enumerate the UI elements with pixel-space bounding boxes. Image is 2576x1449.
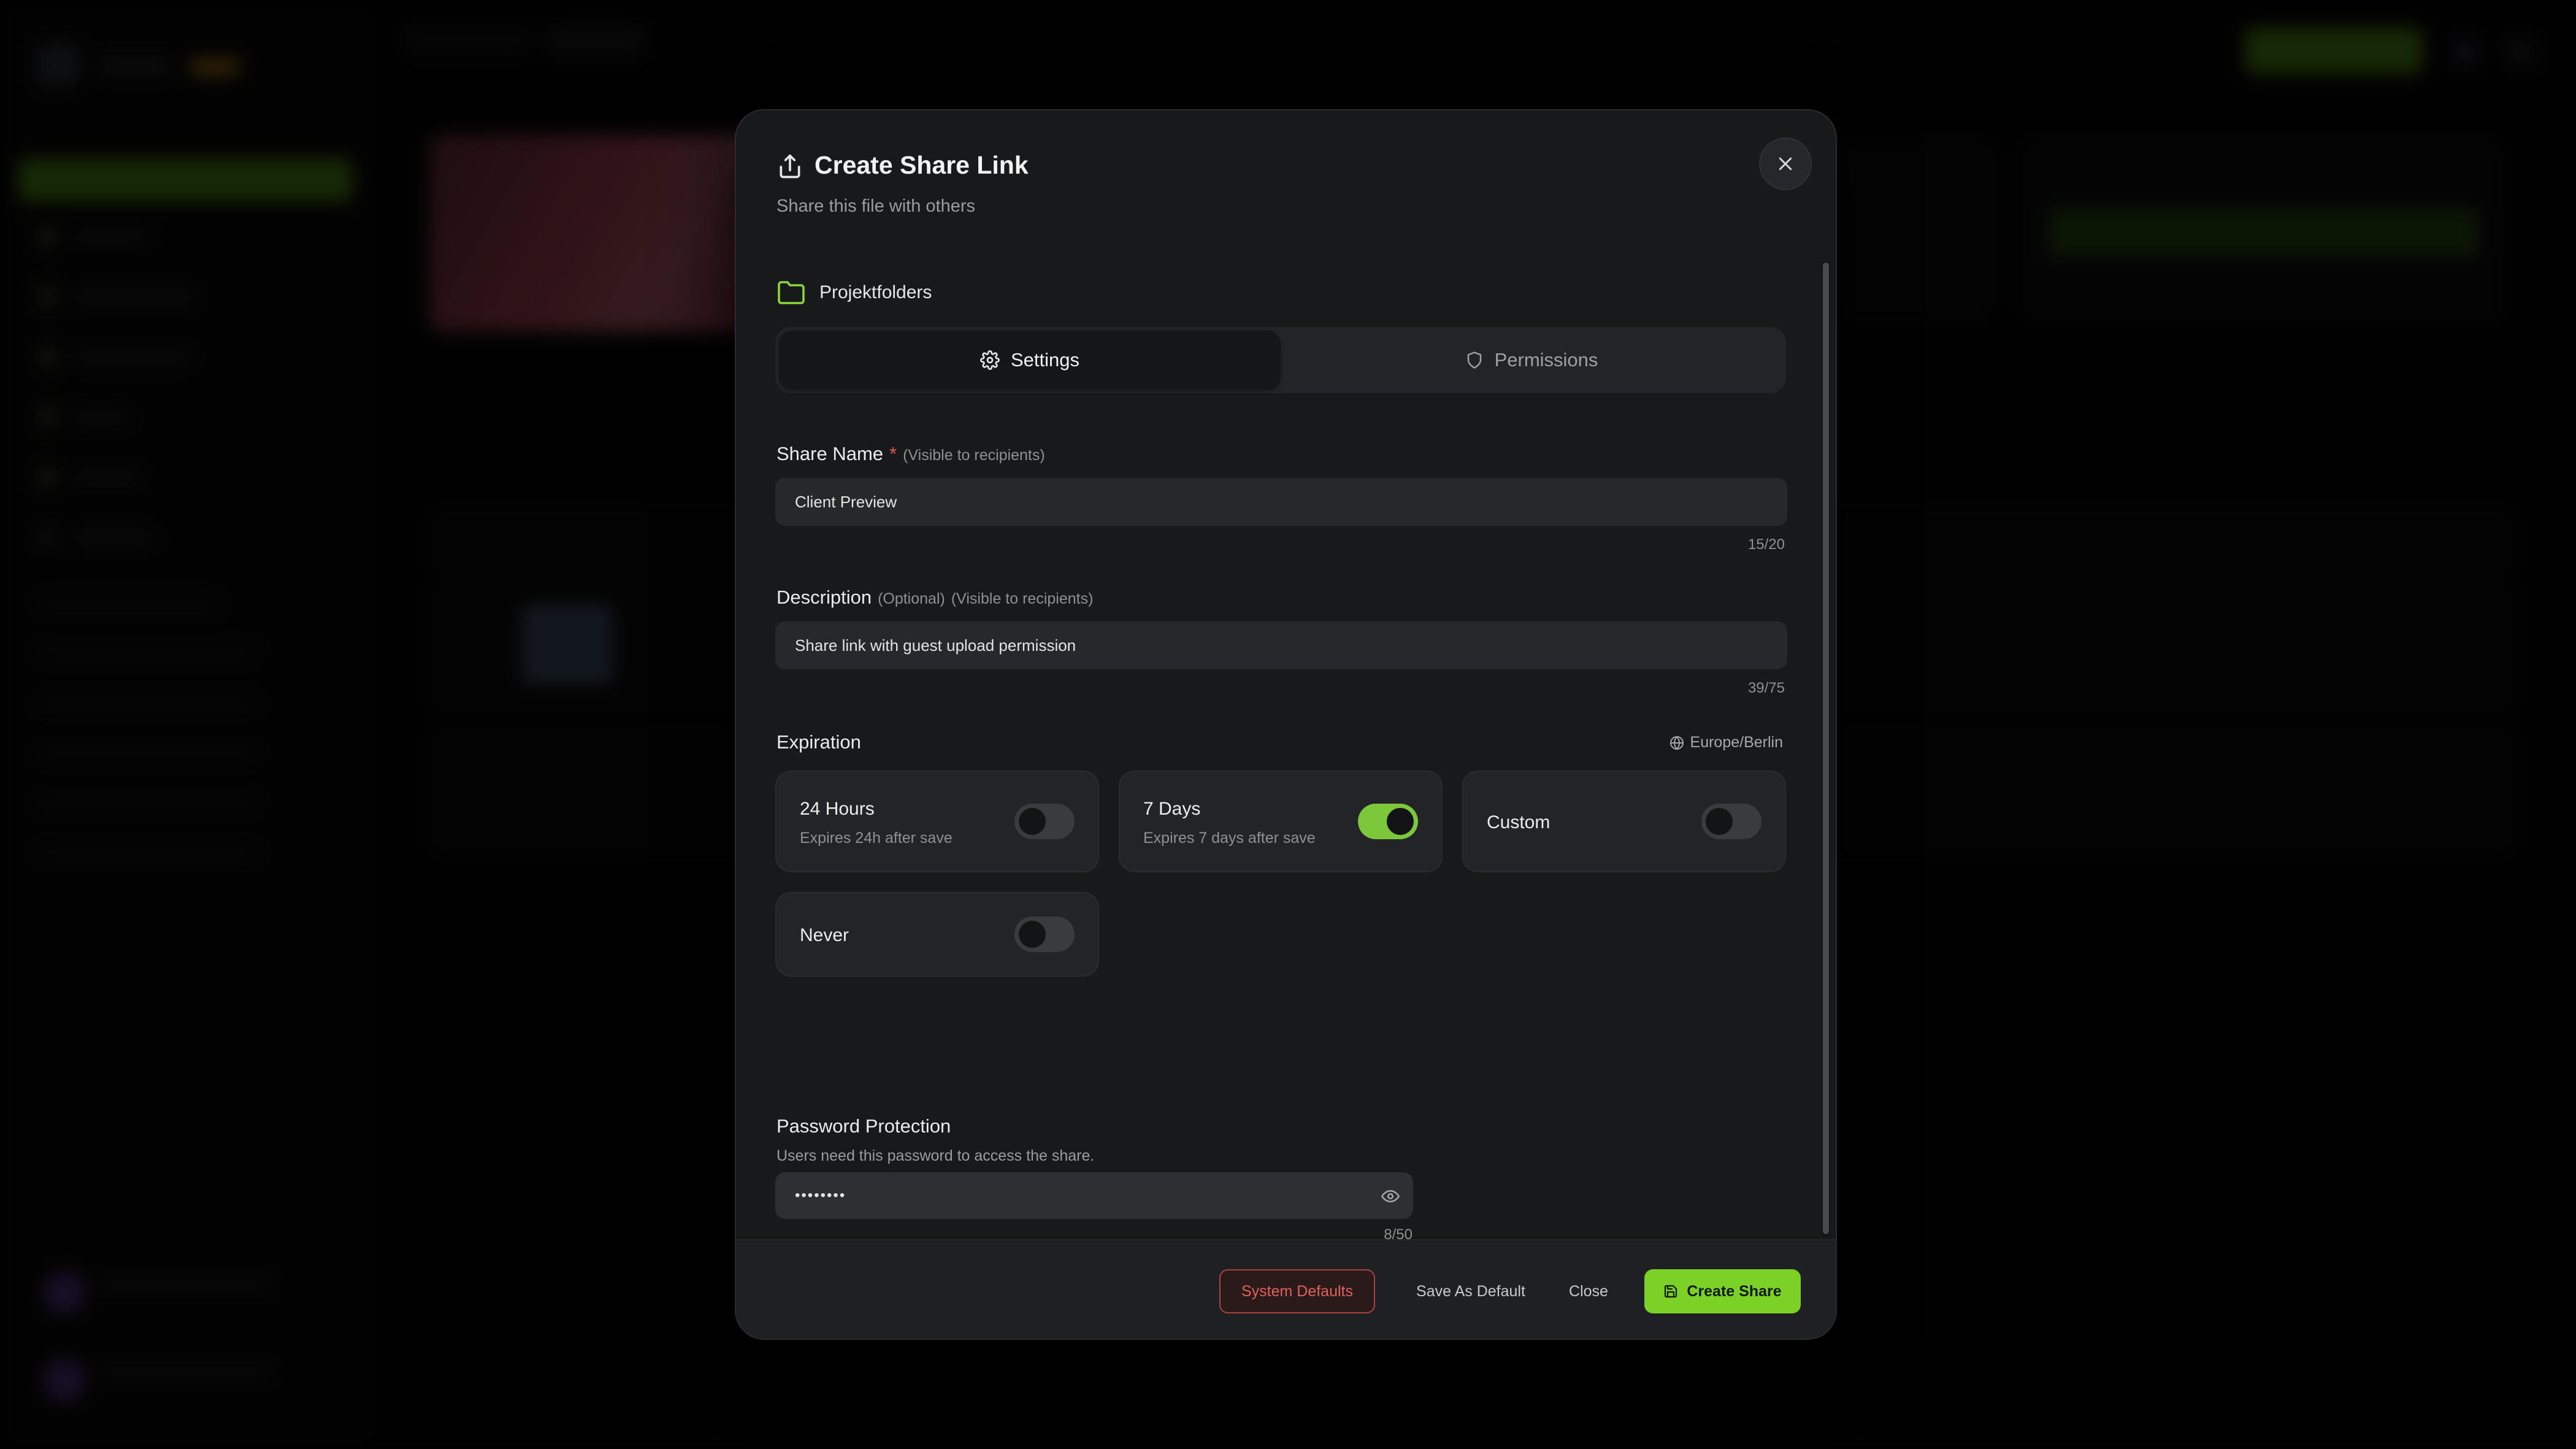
scrollbar-thumb[interactable] xyxy=(1823,263,1829,1234)
create-share-label: Create Share xyxy=(1687,1282,1782,1300)
create-share-button[interactable]: Create Share xyxy=(1644,1269,1801,1313)
close-dialog-button[interactable] xyxy=(1759,137,1812,190)
expiration-custom-toggle[interactable] xyxy=(1701,804,1761,839)
dialog-subtitle: Share this file with others xyxy=(776,196,975,216)
expiration-option-title: 7 Days xyxy=(1143,799,1201,819)
required-mark: * xyxy=(889,443,897,464)
visibility-hint: (Visible to recipients) xyxy=(903,447,1045,464)
expiration-option-title: Custom xyxy=(1487,812,1551,832)
description-input[interactable] xyxy=(775,621,1787,669)
expiration-7d-toggle[interactable] xyxy=(1358,804,1418,839)
shield-icon xyxy=(1467,352,1481,369)
expiration-label: Expiration xyxy=(776,731,861,753)
password-description: Users need this password to access the s… xyxy=(776,1147,1095,1164)
folder-name: Projektfolders xyxy=(819,282,932,302)
expiration-never-toggle[interactable] xyxy=(1014,917,1075,952)
system-defaults-button[interactable]: System Defaults xyxy=(1219,1269,1375,1313)
dialog-footer: System Defaults Save As Default Close Cr… xyxy=(736,1239,1836,1339)
toggle-knob xyxy=(1019,921,1046,948)
toggle-knob xyxy=(1706,808,1733,835)
expiration-option-custom[interactable]: Custom xyxy=(1462,771,1786,872)
tab-permissions[interactable]: Permissions xyxy=(1281,331,1782,390)
target-folder: Projektfolders xyxy=(776,277,932,308)
password-label: Password Protection xyxy=(776,1115,951,1137)
expiration-option-desc: Expires 7 days after save xyxy=(1143,829,1316,847)
expiration-option-never[interactable]: Never xyxy=(775,892,1099,977)
description-label: Description (Optional) (Visible to recip… xyxy=(776,586,1093,609)
expiration-label-text: Expiration xyxy=(776,731,861,753)
share-name-label-text: Share Name xyxy=(776,443,884,464)
globe-icon xyxy=(1669,736,1684,750)
description-counter: 39/75 xyxy=(1747,680,1785,696)
eye-icon[interactable] xyxy=(1381,1187,1400,1205)
toggle-knob xyxy=(1387,808,1414,835)
expiration-option-title: 24 Hours xyxy=(800,799,875,819)
expiration-option-title: Never xyxy=(800,925,849,945)
tab-settings-label: Settings xyxy=(1010,349,1079,371)
tab-settings[interactable]: Settings xyxy=(779,331,1281,390)
password-input[interactable]: •••••••• xyxy=(775,1172,1413,1219)
save-as-default-button[interactable]: Save As Default xyxy=(1406,1269,1535,1313)
password-masked-value: •••••••• xyxy=(795,1187,846,1204)
folder-icon xyxy=(778,281,805,304)
expiration-option-24h[interactable]: 24 Hours Expires 24h after save xyxy=(775,771,1099,872)
share-name-counter: 15/20 xyxy=(1747,536,1785,553)
expiration-24h-toggle[interactable] xyxy=(1014,804,1075,839)
expiration-option-desc: Expires 24h after save xyxy=(800,829,953,847)
timezone-text: Europe/Berlin xyxy=(1690,734,1783,751)
toggle-knob xyxy=(1019,808,1046,835)
close-icon xyxy=(1779,157,1792,171)
visibility-hint: (Visible to recipients) xyxy=(951,590,1094,607)
share-icon xyxy=(780,154,800,179)
timezone-indicator: Europe/Berlin xyxy=(1669,734,1783,751)
gear-icon xyxy=(980,350,1000,370)
tab-permissions-label: Permissions xyxy=(1494,349,1598,371)
optional-hint: (Optional) xyxy=(878,590,945,607)
dialog-body: Create Share Link Share this file with o… xyxy=(736,110,1836,1243)
share-name-input[interactable] xyxy=(775,478,1787,526)
expiration-option-7d[interactable]: 7 Days Expires 7 days after save xyxy=(1119,771,1443,872)
dialog-title: Create Share Link xyxy=(815,151,1029,179)
dialog-tabs: Settings Permissions xyxy=(775,327,1786,393)
save-icon xyxy=(1665,1285,1677,1298)
description-label-text: Description xyxy=(776,586,872,608)
create-share-dialog: Create Share Link Share this file with o… xyxy=(735,109,1837,1340)
close-button[interactable]: Close xyxy=(1558,1269,1619,1313)
share-name-label: Share Name * (Visible to recipients) xyxy=(776,443,1045,465)
